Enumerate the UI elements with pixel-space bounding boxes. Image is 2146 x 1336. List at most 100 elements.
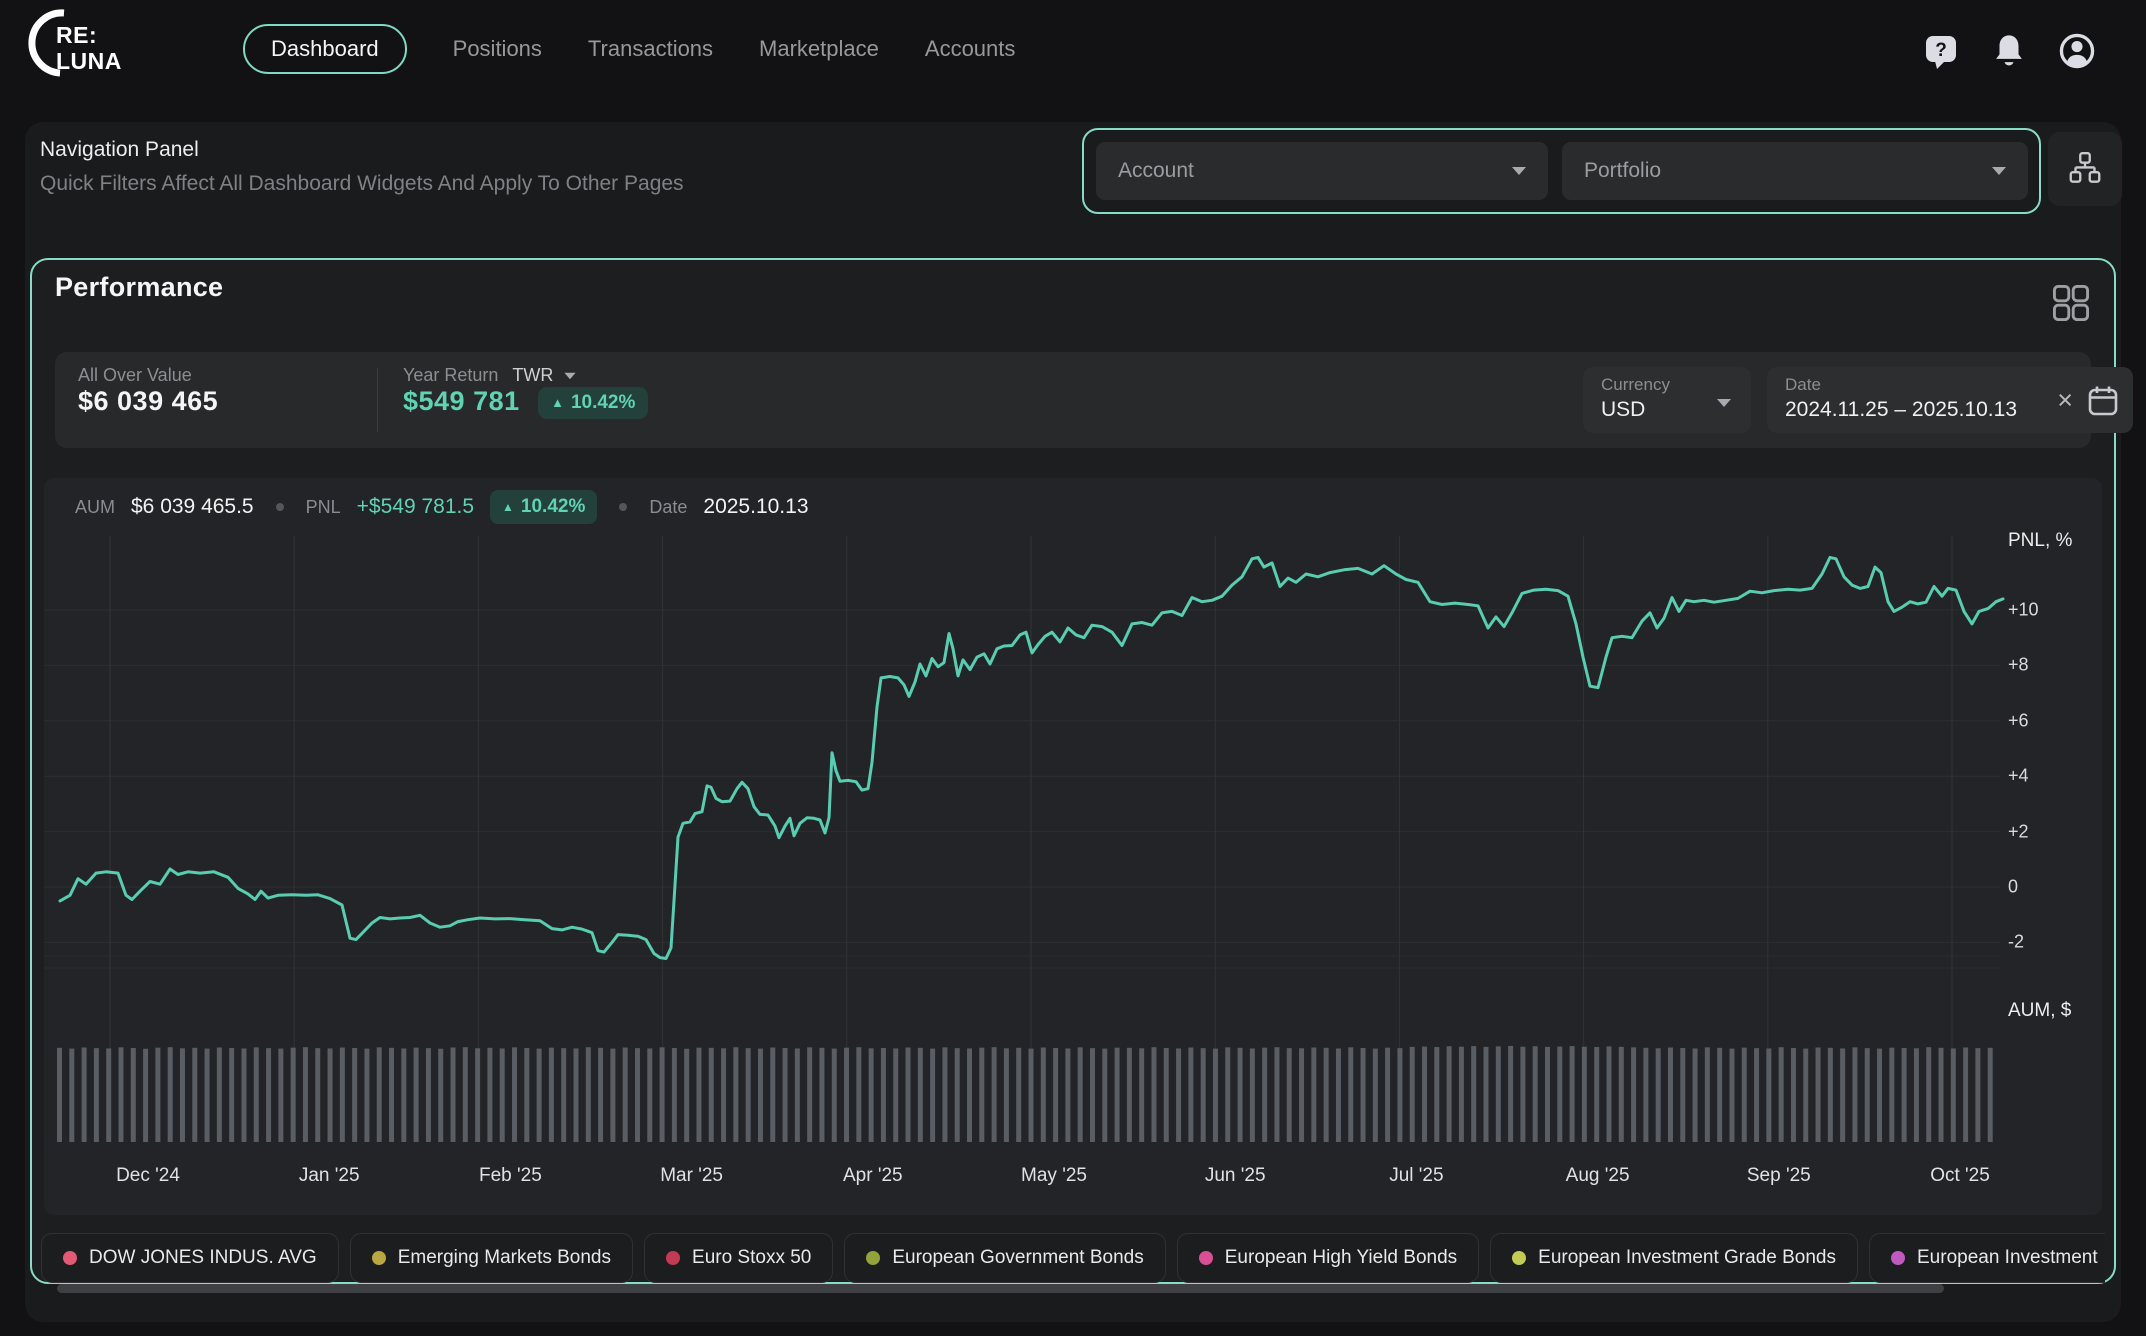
header-icons: ?	[1920, 30, 2098, 72]
navigation-panel-subtitle: Quick Filters Affect All Dashboard Widge…	[40, 172, 684, 196]
calendar-icon[interactable]	[2085, 383, 2121, 424]
dot-separator	[276, 503, 284, 511]
legend-chip[interactable]: European Investment Grade Bonds	[1490, 1233, 1858, 1283]
info-date-value: 2025.10.13	[703, 495, 808, 519]
legend-chip[interactable]: DOW JONES INDUS. AVG	[41, 1233, 339, 1283]
currency-dropdown[interactable]: Currency USD	[1583, 367, 1751, 433]
x-tick-label: Mar '25	[660, 1165, 723, 1187]
nav-item-transactions[interactable]: Transactions	[588, 36, 713, 62]
legend-chip[interactable]: Emerging Markets Bonds	[350, 1233, 633, 1283]
account-select-placeholder: Account	[1118, 159, 1194, 183]
x-tick-label: Apr '25	[843, 1165, 903, 1187]
hierarchy-view-button[interactable]	[2048, 132, 2122, 206]
horizontal-scrollbar[interactable]	[57, 1284, 1944, 1293]
y-tick-label: +6	[2008, 710, 2029, 731]
portfolio-select[interactable]: Portfolio	[1562, 142, 2028, 200]
pnl-pct-badge: ▲ 10.42%	[490, 490, 597, 524]
arrow-up-icon: ▲	[502, 500, 514, 514]
app-root: RE: LUNA Dashboard Positions Transactions M…	[0, 0, 2146, 1336]
year-return-value: $549 781	[403, 386, 520, 416]
svg-text:?: ?	[1935, 40, 1947, 61]
main-nav: Dashboard Positions Transactions Marketplac…	[243, 24, 1015, 74]
legend-dot-icon	[1199, 1251, 1213, 1265]
legend-label: European Investment	[1917, 1247, 2098, 1269]
aum-axis-label: AUM, $	[2008, 1000, 2071, 1022]
benchmark-legend: DOW JONES INDUS. AVG Emerging Markets Bon…	[41, 1233, 2105, 1285]
chevron-down-icon	[1992, 167, 2006, 175]
y-tick-label: +8	[2008, 655, 2029, 676]
x-tick-label: Jan '25	[299, 1165, 360, 1187]
divider	[377, 368, 378, 432]
pnl-axis-label: PNL, %	[2008, 530, 2072, 552]
y-tick-label: +2	[2008, 821, 2029, 842]
y-tick-label: +4	[2008, 766, 2029, 787]
legend-label: DOW JONES INDUS. AVG	[89, 1247, 317, 1269]
grid-icon	[2050, 282, 2092, 324]
hierarchy-icon	[2066, 150, 2104, 188]
legend-dot-icon	[666, 1251, 680, 1265]
help-icon[interactable]: ?	[1920, 30, 1962, 72]
profile-avatar-icon[interactable]	[2056, 30, 2098, 72]
legend-chip[interactable]: Euro Stoxx 50	[644, 1233, 833, 1283]
chart-info-row: AUM $6 039 465.5 PNL +$549 781.5 ▲ 10.42…	[75, 490, 809, 524]
pnl-value: +$549 781.5	[357, 495, 474, 519]
nav-item-marketplace[interactable]: Marketplace	[759, 36, 879, 62]
pnl-label: PNL	[306, 497, 341, 518]
notifications-icon[interactable]	[1988, 30, 2030, 72]
widget-layout-button[interactable]	[2050, 282, 2092, 324]
all-over-value-label: All Over Value	[78, 365, 218, 386]
year-return-label: Year Return	[403, 365, 498, 386]
nav-item-positions[interactable]: Positions	[453, 36, 542, 62]
aum-value: $6 039 465.5	[131, 495, 254, 519]
portfolio-select-placeholder: Portfolio	[1584, 159, 1661, 183]
all-over-value: $6 039 465	[78, 386, 218, 417]
legend-dot-icon	[63, 1251, 77, 1265]
y-tick-label: +10	[2008, 600, 2039, 621]
legend-dot-icon	[1512, 1251, 1526, 1265]
nav-item-accounts[interactable]: Accounts	[925, 36, 1016, 62]
currency-value: USD	[1601, 398, 1733, 422]
chevron-down-icon	[1717, 399, 1731, 407]
chevron-down-icon	[565, 372, 576, 378]
account-select[interactable]: Account	[1096, 142, 1548, 200]
pnl-aum-chart[interactable]	[44, 478, 2102, 1215]
year-return-pct-badge: ▲ 10.42%	[538, 387, 648, 419]
x-tick-label: May '25	[1021, 1165, 1087, 1187]
return-mode-dropdown[interactable]: TWR	[512, 365, 577, 386]
currency-label: Currency	[1601, 375, 1733, 395]
reluna-logo[interactable]: RE: LUNA	[20, 6, 112, 98]
chevron-down-icon	[1512, 167, 1526, 175]
legend-dot-icon	[1891, 1251, 1905, 1265]
dot-separator	[619, 503, 627, 511]
legend-label: European Investment Grade Bonds	[1538, 1247, 1836, 1269]
year-return-pct: 10.42%	[571, 392, 635, 414]
legend-dot-icon	[372, 1251, 386, 1265]
return-mode-value: TWR	[512, 365, 553, 386]
legend-chip[interactable]: European High Yield Bonds	[1177, 1233, 1479, 1283]
x-tick-label: Oct '25	[1930, 1165, 1990, 1187]
performance-title: Performance	[55, 272, 223, 303]
x-tick-label: Dec '24	[116, 1165, 180, 1187]
performance-stats-bar: All Over Value $6 039 465 Year Return TW…	[55, 352, 2091, 448]
y-tick-label: -2	[2008, 932, 2024, 953]
performance-chart-panel: AUM $6 039 465.5 PNL +$549 781.5 ▲ 10.42…	[44, 478, 2102, 1215]
legend-chip[interactable]: European Government Bonds	[844, 1233, 1165, 1283]
x-tick-label: Aug '25	[1566, 1165, 1630, 1187]
x-tick-label: Feb '25	[479, 1165, 542, 1187]
year-return-block: Year Return TWR $549 781 ▲ 10.42%	[403, 365, 648, 419]
nav-item-dashboard[interactable]: Dashboard	[243, 24, 407, 74]
navigation-panel-title: Navigation Panel	[40, 138, 199, 162]
x-tick-label: Sep '25	[1747, 1165, 1811, 1187]
clear-date-icon[interactable]: ×	[2057, 387, 2073, 414]
x-tick-label: Jun '25	[1205, 1165, 1266, 1187]
info-date-label: Date	[649, 497, 687, 518]
arrow-up-icon: ▲	[551, 395, 564, 410]
all-over-value-block: All Over Value $6 039 465	[78, 365, 218, 417]
legend-label: European High Yield Bonds	[1225, 1247, 1457, 1269]
date-range-field[interactable]: Date 2024.11.25 – 2025.10.13 ×	[1767, 367, 2133, 433]
y-tick-label: 0	[2008, 877, 2018, 898]
legend-label: Emerging Markets Bonds	[398, 1247, 611, 1269]
x-tick-label: Jul '25	[1389, 1165, 1443, 1187]
legend-chip[interactable]: European Investment	[1869, 1233, 2105, 1283]
logo-text: RE: LUNA	[56, 22, 122, 74]
